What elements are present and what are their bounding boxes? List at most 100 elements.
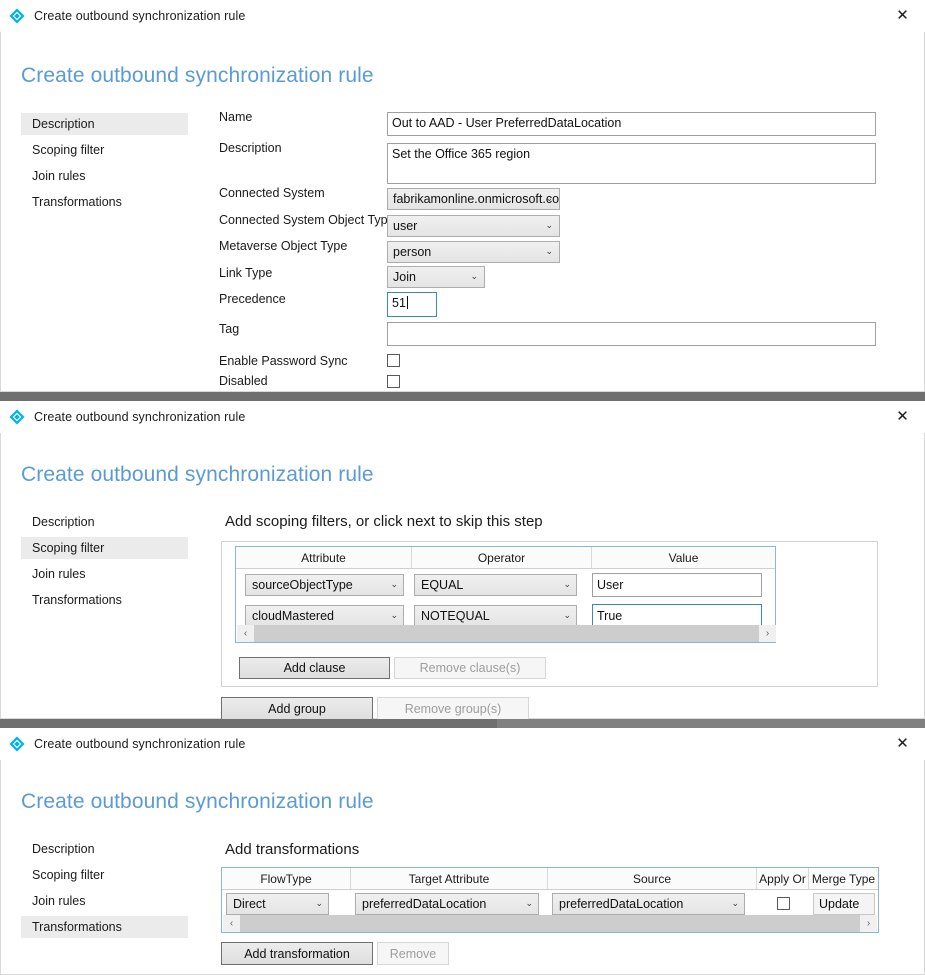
scrollbar-thumb[interactable] [254,625,759,642]
scoping-attribute-select-1[interactable]: cloudMastered ⌄ [245,605,404,627]
tag-label: Tag [219,322,239,336]
scoping-attribute-value-0: sourceObjectType [252,578,353,592]
transformations-grid-hscrollbar[interactable]: ‹ › [223,915,877,932]
scrollbar-thumb[interactable] [240,915,860,932]
transformation-merge-type-value-0[interactable]: Update [813,893,875,915]
close-icon[interactable]: ✕ [880,401,925,432]
precedence-value: 51 [392,296,406,310]
scroll-left-icon[interactable]: ‹ [237,625,254,642]
sidebar-item-scoping-filter[interactable]: Scoping filter [21,864,188,886]
metaverse-object-type-select[interactable]: person ⌄ [387,241,560,263]
add-transformation-button[interactable]: Add transformation [221,942,373,965]
scoping-value-input-0[interactable]: User [592,573,762,597]
cell-merge-type: Update [809,890,878,917]
azure-ad-connect-diamond-icon [8,735,26,753]
transformations-grid-header: FlowType Target Attribute Source Apply O… [222,868,878,890]
transformation-apply-or-checkbox-0[interactable] [777,897,790,910]
column-header-merge-type: Merge Type [809,868,878,889]
title-bar: Create outbound synchronization rule ✕ [0,401,925,433]
separator-dark-segment [0,392,925,401]
chevron-down-icon: ⌄ [315,899,323,908]
sidebar-item-join-rules[interactable]: Join rules [21,890,188,912]
chevron-down-icon: ⌄ [545,194,553,203]
create-rule-window-description: Create outbound synchronization rule ✕ C… [0,0,925,392]
transformation-flowtype-select-0[interactable]: Direct ⌄ [226,893,329,915]
azure-ad-connect-diamond-icon [8,7,26,25]
link-type-select[interactable]: Join ⌄ [387,266,485,288]
cell-apply-or [757,890,809,917]
transformation-source-select-0[interactable]: preferredDataLocation ⌄ [552,893,745,915]
panel-separator-1 [0,392,925,401]
enable-password-sync-checkbox[interactable] [387,354,400,367]
window-title: Create outbound synchronization rule [34,410,245,424]
scoping-grid-header: Attribute Operator Value [236,547,775,569]
close-icon[interactable]: ✕ [880,0,925,31]
window-title: Create outbound synchronization rule [34,737,245,751]
scoping-operator-value-0: EQUAL [421,578,463,592]
connected-system-select[interactable]: fabrikamonline.onmicrosoft.com ⌄ [387,188,560,210]
scoping-attribute-select-0[interactable]: sourceObjectType ⌄ [245,574,404,596]
precedence-label: Precedence [219,292,286,306]
sidebar-item-transformations[interactable]: Transformations [21,916,188,938]
sidebar-item-transformations[interactable]: Transformations [21,191,188,213]
sidebar-item-description[interactable]: Description [21,113,188,135]
scroll-right-icon[interactable]: › [860,915,877,932]
sidebar-item-join-rules[interactable]: Join rules [21,165,188,187]
scoping-operator-select-1[interactable]: NOTEQUAL ⌄ [414,605,577,627]
transformation-source-value-0: preferredDataLocation [559,897,683,911]
description-label: Description [219,141,282,155]
sidebar-item-transformations[interactable]: Transformations [21,589,188,611]
cell-operator: EQUAL ⌄ [412,569,592,600]
column-header-operator: Operator [412,547,592,568]
sidebar-item-scoping-filter[interactable]: Scoping filter [21,537,188,559]
cell-value: User [592,569,775,600]
transformations-section-heading: Add transformations [225,841,359,858]
create-rule-window-scoping-filter: Create outbound synchronization rule ✕ C… [0,401,925,719]
sidebar-item-join-rules[interactable]: Join rules [21,563,188,585]
tag-input[interactable] [387,322,876,346]
text-caret [407,296,408,309]
panel-separator-2 [0,719,925,728]
add-clause-button[interactable]: Add clause [239,657,390,679]
sidebar-item-scoping-filter[interactable]: Scoping filter [21,139,188,161]
name-input[interactable]: Out to AAD - User PreferredDataLocation [387,112,876,136]
chevron-down-icon: ⌄ [470,272,478,281]
chevron-down-icon: ⌄ [390,580,398,589]
scoping-operator-value-1: NOTEQUAL [421,609,490,623]
column-header-apply-or: Apply Or [757,868,809,889]
metaverse-object-type-value: person [393,245,431,259]
column-header-flowtype: FlowType [222,868,351,889]
scoping-attribute-value-1: cloudMastered [252,609,334,623]
add-group-button[interactable]: Add group [221,697,373,719]
scoping-operator-select-0[interactable]: EQUAL ⌄ [414,574,577,596]
scroll-left-icon[interactable]: ‹ [223,915,240,932]
precedence-input[interactable]: 51 [387,292,437,317]
chevron-down-icon: ⌄ [731,899,739,908]
remove-transformation-button[interactable]: Remove [377,942,449,965]
name-label: Name [219,110,252,124]
scroll-right-icon[interactable]: › [759,625,776,642]
transformation-target-attribute-value-0: preferredDataLocation [362,897,486,911]
column-header-attribute: Attribute [236,547,412,568]
sidebar-item-description[interactable]: Description [21,511,188,533]
disabled-checkbox[interactable] [387,375,400,388]
transformation-target-attribute-select-0[interactable]: preferredDataLocation ⌄ [355,893,539,915]
connected-system-object-type-select[interactable]: user ⌄ [387,215,560,237]
scoping-value-input-1[interactable]: True [592,604,762,628]
description-input[interactable]: Set the Office 365 region [387,143,876,184]
scoping-grid-hscrollbar[interactable]: ‹ › [237,625,776,642]
remove-clause-button[interactable]: Remove clause(s) [394,657,546,679]
cell-flowtype: Direct ⌄ [222,890,351,917]
chevron-down-icon: ⌄ [545,221,553,230]
remove-group-button[interactable]: Remove group(s) [377,697,529,719]
link-type-label: Link Type [219,266,272,280]
link-type-value: Join [393,270,416,284]
wizard-nav-transformations-panel: Description Scoping filter Join rules Tr… [21,838,188,942]
window-title: Create outbound synchronization rule [34,9,245,23]
scoping-group-container: Attribute Operator Value sourceObjectTyp… [221,541,878,687]
sidebar-item-description[interactable]: Description [21,838,188,860]
chevron-down-icon: ⌄ [563,611,571,620]
close-icon[interactable]: ✕ [880,728,925,759]
scoping-filter-grid: Attribute Operator Value sourceObjectTyp… [235,546,776,643]
create-rule-window-transformations: Create outbound synchronization rule ✕ C… [0,728,925,975]
